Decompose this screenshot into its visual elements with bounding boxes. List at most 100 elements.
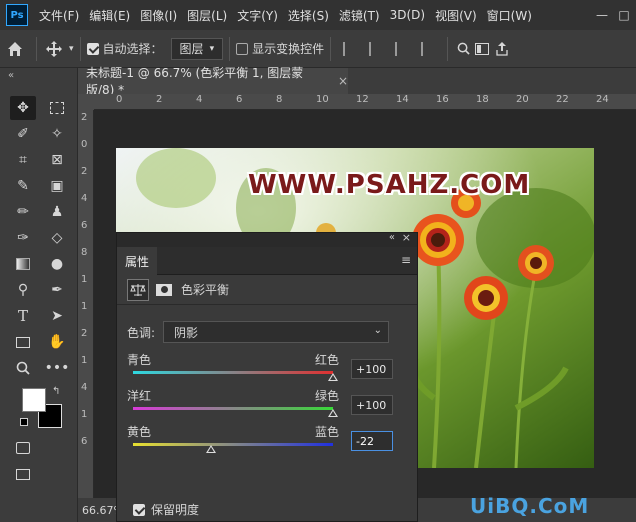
panel-menu-icon[interactable]: ≡ [401,253,411,267]
document-tab-title: 未标题-1 @ 66.7% (色彩平衡 1, 图层蒙版/8) * [86,66,304,97]
type-tool-icon[interactable]: T [10,304,36,328]
magic-wand-icon[interactable]: ✧ [44,122,70,146]
magenta-green-track[interactable] [133,407,333,410]
menu-file[interactable]: 文件(F) [34,7,84,24]
chevron-down-icon: ⌄ [373,325,383,336]
cyan-red-slider: 青色 红色 +100 [127,351,407,387]
minimize-button[interactable]: — [592,0,612,30]
ruler-tick-label: 6 [81,220,88,231]
default-colors-icon[interactable] [20,418,28,426]
cyan-red-thumb[interactable] [328,373,338,381]
blue-label: 蓝色 [315,425,340,439]
panel-header[interactable]: « × [117,231,417,247]
horizontal-ruler[interactable]: 0 2 4 6 8 10 12 14 16 18 20 22 24 [94,94,636,110]
ruler-tick-label: 4 [81,193,88,204]
menu-layer[interactable]: 图层(L) [182,7,232,24]
zoom-tool-icon[interactable] [10,356,36,380]
gradient-tool-icon[interactable] [10,252,36,276]
align-left-icon[interactable] [343,41,357,56]
menu-image[interactable]: 图像(I) [135,7,182,24]
home-icon[interactable] [0,41,30,57]
background-color-swatch[interactable] [22,388,46,412]
frame-tool-icon[interactable]: ⊠ [44,148,70,172]
auto-select-target-dropdown[interactable]: 图层 ▾ [170,37,224,60]
tab-properties[interactable]: 属性 [117,247,157,275]
ruler-tick-label: 1 [81,409,88,420]
separator [330,36,332,61]
ruler-tick-label: 0 [81,139,88,150]
site-watermark: UiBQ.CoM [470,494,590,518]
swap-colors-icon[interactable]: ↰ [52,386,60,397]
yellow-blue-slider: 黄色 蓝色 -22 [127,423,407,459]
ruler-tick-label: 18 [476,94,489,105]
collapse-icon[interactable]: « [8,70,14,81]
quick-mask-icon[interactable] [10,436,36,460]
chevron-down-icon[interactable]: ▾ [69,44,74,54]
patch-tool-icon[interactable]: ▣ [44,174,70,198]
auto-select-checkbox[interactable] [86,42,99,55]
marquee-tool-icon[interactable] [44,96,70,120]
ruler-tick-label: 6 [236,94,243,105]
vertical-ruler[interactable]: 2 0 2 4 6 8 1 1 2 1 4 1 6 [78,110,94,498]
close-icon[interactable]: × [402,231,411,244]
color-balance-icon[interactable] [127,278,149,301]
tone-label: 色调: [127,325,156,340]
ruler-tick-label: 2 [81,328,88,339]
search-icon[interactable] [454,42,472,55]
hand-tool-icon[interactable]: ✋ [44,330,70,354]
close-icon[interactable]: × [338,74,348,88]
move-tool-icon[interactable]: ✥ [10,96,36,120]
menu-select[interactable]: 选择(S) [283,7,334,24]
menu-filter[interactable]: 滤镜(T) [334,7,385,24]
align-right-icon[interactable] [395,41,409,56]
move-tool-icon[interactable] [43,40,65,57]
magenta-green-thumb[interactable] [328,409,338,417]
align-center-icon[interactable] [369,41,383,56]
menu-edit[interactable]: 编辑(E) [84,7,135,24]
lasso-tool-icon[interactable]: ✐ [10,122,36,146]
cyan-red-value[interactable]: +100 [351,359,393,379]
menu-window[interactable]: 窗口(W) [482,7,537,24]
collapse-panel-icon[interactable]: « [389,232,395,243]
menu-3d[interactable]: 3D(D) [385,8,430,22]
eyedropper-icon[interactable]: ✎ [10,174,36,198]
layer-mask-icon[interactable] [153,279,175,301]
distribute-icon[interactable] [421,41,435,56]
blur-tool-icon[interactable]: ● [44,252,70,276]
separator [447,36,449,61]
screen-mode-icon[interactable] [10,462,36,486]
show-transform-checkbox[interactable] [236,42,249,55]
preserve-luminosity-checkbox[interactable] [133,503,145,516]
share-icon[interactable] [492,41,512,56]
magenta-green-slider: 洋红 绿色 +100 [127,387,407,423]
document-tab[interactable]: 未标题-1 @ 66.7% (色彩平衡 1, 图层蒙版/8) * × [78,66,348,97]
tone-value: 阴影 [174,325,199,340]
yellow-label: 黄色 [127,425,152,439]
brush-tool-icon[interactable]: ✏ [10,200,36,224]
menu-type[interactable]: 文字(Y) [232,7,283,24]
history-brush-icon[interactable]: ✑ [10,226,36,250]
dodge-tool-icon[interactable]: ⚲ [10,278,36,302]
tone-dropdown[interactable]: 阴影 ⌄ [163,321,390,343]
yellow-blue-track[interactable] [133,443,333,446]
pen-tool-icon[interactable]: ✒ [44,278,70,302]
path-select-icon[interactable]: ➤ [44,304,70,328]
auto-select-target-value: 图层 [179,42,204,56]
restore-button[interactable]: □ [614,0,634,30]
crop-tool-icon[interactable]: ⌗ [10,148,36,172]
stamp-tool-icon[interactable]: ♟ [44,200,70,224]
red-label: 红色 [315,353,340,367]
yellow-blue-thumb[interactable] [206,445,216,453]
eraser-icon[interactable]: ◇ [44,226,70,250]
ruler-tick-label: 24 [596,94,609,105]
adjustment-header: 色彩平衡 [117,275,417,305]
menu-view[interactable]: 视图(V) [430,7,482,24]
tools-panel: « ✥ ✐ ✧ ⌗ ⊠ ✎ ▣ ✏ ♟ ✑ ◇ ● ⚲ ✒ T ➤ ✋ ••• … [0,68,78,522]
yellow-blue-value[interactable]: -22 [351,431,393,451]
magenta-green-value[interactable]: +100 [351,395,393,415]
ruler-tick-label: 16 [436,94,449,105]
rectangle-tool-icon[interactable] [10,330,36,354]
workspace-icon[interactable] [472,42,492,55]
more-tools-icon[interactable]: ••• [44,356,70,380]
cyan-red-track[interactable] [133,371,333,374]
